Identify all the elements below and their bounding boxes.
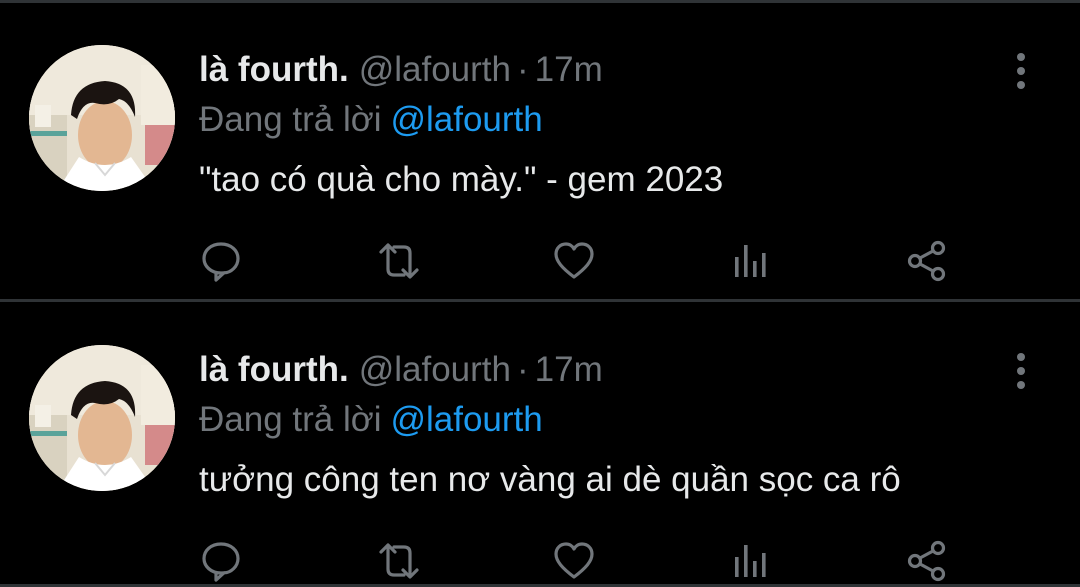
share-icon[interactable] <box>905 539 949 583</box>
timestamp[interactable]: 17m <box>535 50 603 89</box>
reply-mention-link[interactable]: @lafourth <box>390 400 542 439</box>
reply-icon[interactable] <box>199 239 243 283</box>
tweet[interactable]: là fourth. @lafourth · 17m Đang trả lời @laf… <box>0 303 1080 587</box>
tweet[interactable]: là fourth. @lafourth · 17m Đang trả lời @laf… <box>0 3 1080 287</box>
separator-dot: · <box>517 350 529 389</box>
display-name[interactable]: là fourth. <box>199 50 349 89</box>
avatar[interactable] <box>29 45 175 191</box>
reply-icon[interactable] <box>199 539 243 583</box>
replying-to-line: Đang trả lời @lafourth <box>199 98 543 142</box>
timestamp[interactable]: 17m <box>535 350 603 389</box>
tweet-actions <box>0 239 1080 283</box>
retweet-icon[interactable] <box>377 239 421 283</box>
tweet-actions <box>0 539 1080 583</box>
reply-mention-link[interactable]: @lafourth <box>390 100 542 139</box>
tweet-header: là fourth. @lafourth · 17m <box>199 48 603 92</box>
avatar[interactable] <box>29 345 175 491</box>
replying-to-line: Đang trả lời @lafourth <box>199 398 543 442</box>
more-options-icon[interactable] <box>1007 351 1035 391</box>
like-icon[interactable] <box>552 539 596 583</box>
replying-to-label: Đang trả lời <box>199 100 382 139</box>
tweet-text: tưởng công ten nơ vàng ai dè quần sọc ca… <box>199 460 901 499</box>
separator-dot: · <box>517 50 529 89</box>
views-icon[interactable] <box>729 239 773 283</box>
retweet-icon[interactable] <box>377 539 421 583</box>
views-icon[interactable] <box>729 539 773 583</box>
like-icon[interactable] <box>552 239 596 283</box>
more-options-icon[interactable] <box>1007 51 1035 91</box>
user-handle[interactable]: @lafourth <box>359 350 511 389</box>
tweet-text: "tao có quà cho mày." - gem 2023 <box>199 160 724 199</box>
display-name[interactable]: là fourth. <box>199 350 349 389</box>
user-handle[interactable]: @lafourth <box>359 50 511 89</box>
tweet-divider <box>0 299 1080 302</box>
replying-to-label: Đang trả lời <box>199 400 382 439</box>
tweet-header: là fourth. @lafourth · 17m <box>199 348 603 392</box>
share-icon[interactable] <box>905 239 949 283</box>
